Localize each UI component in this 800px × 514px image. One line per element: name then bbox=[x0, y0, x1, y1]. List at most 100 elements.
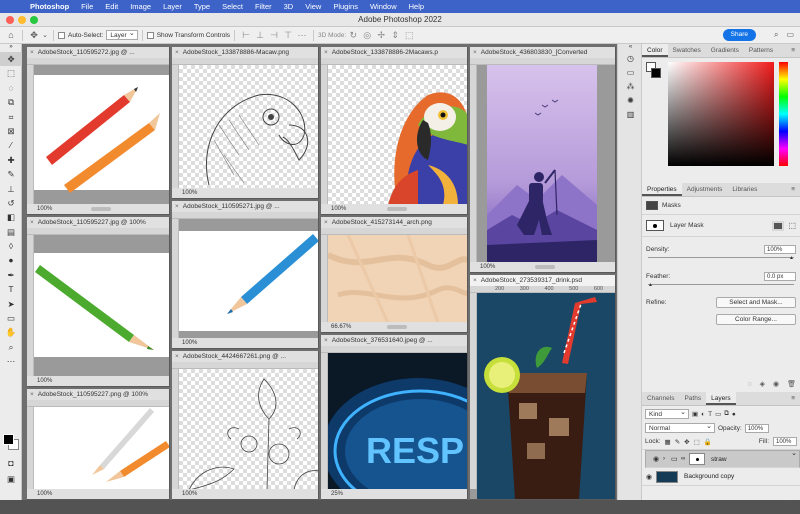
trash-icon[interactable]: 🗑 bbox=[785, 503, 794, 511]
3d-pan-icon[interactable]: ✢ bbox=[374, 30, 388, 41]
filter-smart-icon[interactable]: ⧉ bbox=[724, 410, 729, 418]
tab-patterns[interactable]: Patterns bbox=[744, 44, 778, 57]
vector-mask-icon[interactable]: ⬚ bbox=[788, 221, 796, 230]
document-tab[interactable]: × AdobeStock_376531640.jpeg @ ... bbox=[321, 335, 467, 346]
apply-mask-icon[interactable]: ◈ bbox=[760, 380, 765, 388]
blend-mode-dropdown[interactable]: Normal bbox=[645, 422, 715, 433]
eyedropper-tool-icon[interactable]: ⁄ bbox=[0, 138, 22, 152]
document-tab[interactable]: × AdobeStock_110595272.jpg @ ... bbox=[27, 47, 169, 58]
eye-icon[interactable]: ◉ bbox=[649, 455, 663, 464]
align-center-icon[interactable]: ⊥ bbox=[253, 30, 267, 41]
density-field[interactable]: 100% bbox=[764, 245, 796, 254]
document-tab[interactable]: × AdobeStock_4424667261.png @ ... bbox=[172, 351, 318, 362]
chevron-down-icon[interactable]: ⌄ bbox=[41, 31, 49, 39]
filter-adjust-icon[interactable]: ◐ bbox=[701, 411, 705, 418]
pixel-mask-icon[interactable] bbox=[772, 220, 785, 231]
document-tab[interactable]: × AdobeStock_110595271.jpg @ ... bbox=[172, 201, 318, 212]
menu-window[interactable]: Window bbox=[370, 2, 397, 11]
document-window[interactable]: × AdobeStock_436803830_[Converted 100% bbox=[470, 47, 616, 273]
marquee-tool-icon[interactable]: ⬚ bbox=[0, 66, 22, 80]
brush-tool-icon[interactable]: ✎ bbox=[0, 167, 22, 181]
filter-shape-icon[interactable]: ▭ bbox=[715, 410, 721, 418]
foreground-color-swatch[interactable] bbox=[3, 434, 14, 445]
pen-tool-icon[interactable]: ✒ bbox=[0, 268, 22, 282]
new-group-icon[interactable]: ▭ bbox=[757, 503, 764, 511]
visibility-icon[interactable]: ◉ bbox=[773, 380, 779, 388]
add-mask-icon[interactable]: ◘ bbox=[732, 504, 736, 511]
minimize-window-button[interactable] bbox=[18, 16, 26, 24]
scrollbar[interactable] bbox=[386, 325, 407, 329]
home-icon[interactable]: ⌂ bbox=[4, 30, 18, 40]
close-window-button[interactable] bbox=[6, 16, 14, 24]
panel-menu-icon[interactable]: ≡ bbox=[786, 183, 800, 196]
lasso-tool-icon[interactable]: ◌ bbox=[0, 81, 22, 95]
close-icon[interactable]: × bbox=[324, 49, 328, 56]
menu-view[interactable]: View bbox=[305, 2, 321, 11]
feather-slider[interactable]: ▲ bbox=[648, 282, 794, 288]
tab-gradients[interactable]: Gradients bbox=[706, 44, 744, 57]
zoom-tool-icon[interactable]: ⌕ bbox=[0, 340, 22, 354]
document-window[interactable]: × AdobeStock_133878886-Macaw.png 100% bbox=[172, 47, 319, 199]
eraser-tool-icon[interactable]: ◧ bbox=[0, 210, 22, 224]
menu-image[interactable]: Image bbox=[130, 2, 151, 11]
document-window[interactable]: × AdobeStock_110595227.png @ 100% 100% bbox=[27, 389, 170, 500]
close-icon[interactable]: × bbox=[175, 203, 179, 210]
close-icon[interactable]: × bbox=[30, 219, 34, 226]
document-window[interactable]: × AdobeStock_110595272.jpg @ ... 100% bbox=[27, 47, 170, 215]
document-tab[interactable]: × AdobeStock_436803830_[Converted bbox=[470, 47, 615, 58]
screen-mode-icon[interactable]: ▣ bbox=[0, 472, 22, 486]
hand-tool-icon[interactable]: ✋ bbox=[0, 325, 22, 339]
tab-libraries[interactable]: Libraries bbox=[727, 183, 762, 196]
menu-3d[interactable]: 3D bbox=[284, 2, 294, 11]
load-selection-icon[interactable]: ◌ bbox=[747, 381, 751, 388]
link-icon[interactable]: ∞ bbox=[681, 455, 689, 464]
close-icon[interactable]: × bbox=[324, 219, 328, 226]
menu-app-name[interactable]: Photoshop bbox=[30, 2, 69, 11]
filter-pixel-icon[interactable]: ▣ bbox=[692, 410, 698, 418]
close-icon[interactable]: × bbox=[175, 353, 179, 360]
density-slider[interactable]: ▲ bbox=[648, 255, 794, 261]
trash-icon[interactable]: 🗑 bbox=[787, 380, 796, 388]
library-icon[interactable]: ▥ bbox=[618, 108, 643, 122]
document-canvas[interactable] bbox=[179, 65, 318, 188]
menu-plugins[interactable]: Plugins bbox=[333, 2, 358, 11]
document-tab[interactable]: × AdobeStock_110595227.jpg @ 100% bbox=[27, 217, 169, 228]
search-icon[interactable]: ⌕ bbox=[774, 30, 778, 40]
auto-select-dropdown[interactable]: Layer bbox=[106, 29, 138, 40]
3d-rotate-icon[interactable]: ↻ bbox=[346, 30, 360, 41]
filter-type-icon[interactable]: T bbox=[708, 411, 712, 418]
lock-all-icon[interactable]: 🔒 bbox=[704, 438, 712, 446]
document-canvas[interactable] bbox=[477, 293, 615, 499]
document-canvas[interactable] bbox=[328, 65, 467, 204]
tab-color[interactable]: Color bbox=[642, 44, 668, 57]
document-canvas[interactable] bbox=[477, 65, 615, 262]
close-icon[interactable]: × bbox=[30, 391, 34, 398]
shape-tool-icon[interactable]: ▭ bbox=[0, 311, 22, 325]
menu-help[interactable]: Help bbox=[409, 2, 424, 11]
document-canvas[interactable]: RESP bbox=[328, 353, 467, 489]
tab-paths[interactable]: Paths bbox=[679, 392, 706, 405]
select-and-mask-button[interactable]: Select and Mask... bbox=[716, 297, 796, 308]
close-icon[interactable]: × bbox=[175, 49, 179, 56]
fill-field[interactable]: 100% bbox=[773, 437, 797, 446]
adjustment-layer-icon[interactable]: ◐ bbox=[744, 504, 748, 511]
tab-layers[interactable]: Layers bbox=[706, 392, 736, 405]
comments-icon[interactable]: ▭ bbox=[618, 66, 643, 80]
document-canvas[interactable] bbox=[34, 65, 169, 204]
3d-roll-icon[interactable]: ◎ bbox=[360, 30, 374, 41]
panel-menu-icon[interactable]: ≡ bbox=[786, 44, 800, 57]
document-window[interactable]: × AdobeStock_4424667261.png @ ... 100% bbox=[172, 351, 319, 500]
close-icon[interactable]: × bbox=[324, 337, 328, 344]
layer-row[interactable]: ◉ Background copy bbox=[642, 468, 800, 486]
close-icon[interactable]: × bbox=[30, 49, 34, 56]
collapse-icon[interactable]: « bbox=[618, 44, 643, 52]
close-icon[interactable]: × bbox=[473, 49, 477, 56]
hue-slider[interactable] bbox=[779, 62, 788, 166]
saturation-field[interactable] bbox=[668, 62, 774, 166]
new-layer-icon[interactable]: ⊞ bbox=[771, 503, 777, 511]
brush-settings-icon[interactable]: ⁂ bbox=[618, 80, 643, 94]
clone-stamp-icon[interactable]: ⊥ bbox=[0, 182, 22, 196]
quick-mask-icon[interactable]: ◘ bbox=[0, 456, 22, 470]
lock-paint-icon[interactable]: ✎ bbox=[675, 438, 680, 446]
crop-tool-icon[interactable]: ⌗ bbox=[0, 110, 22, 124]
